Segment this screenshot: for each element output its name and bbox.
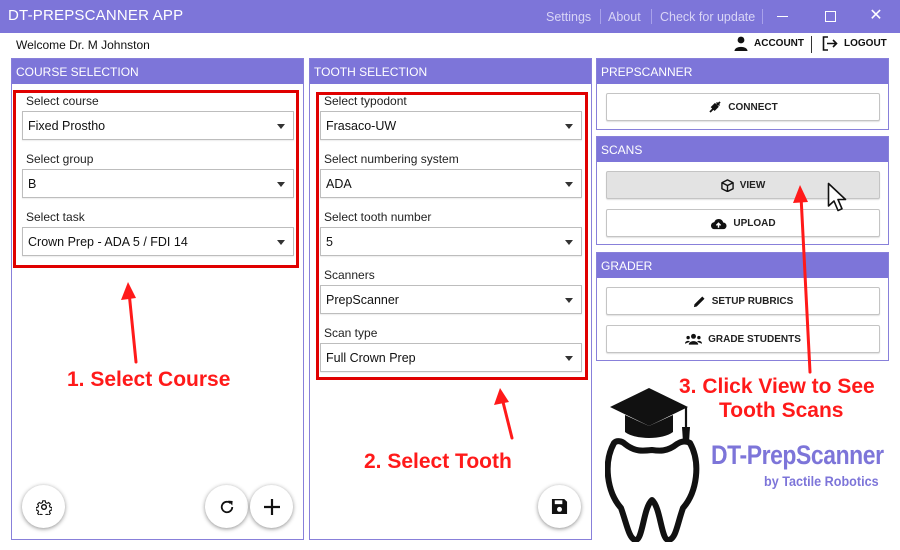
mouse-cursor-icon bbox=[827, 182, 847, 212]
step3-annotation-line1: 3. Click View to See bbox=[679, 375, 875, 398]
step2-annotation: 2. Select Tooth bbox=[364, 450, 512, 473]
arrow-course-head bbox=[121, 282, 136, 300]
arrow-course bbox=[127, 290, 138, 364]
step1-annotation: 1. Select Course bbox=[67, 368, 231, 391]
arrow-view-head bbox=[793, 185, 808, 203]
step3-annotation-line2: Tooth Scans bbox=[719, 399, 844, 422]
arrow-tooth-head bbox=[494, 388, 509, 405]
arrow-view bbox=[799, 194, 812, 374]
arrow-tooth bbox=[500, 396, 514, 440]
